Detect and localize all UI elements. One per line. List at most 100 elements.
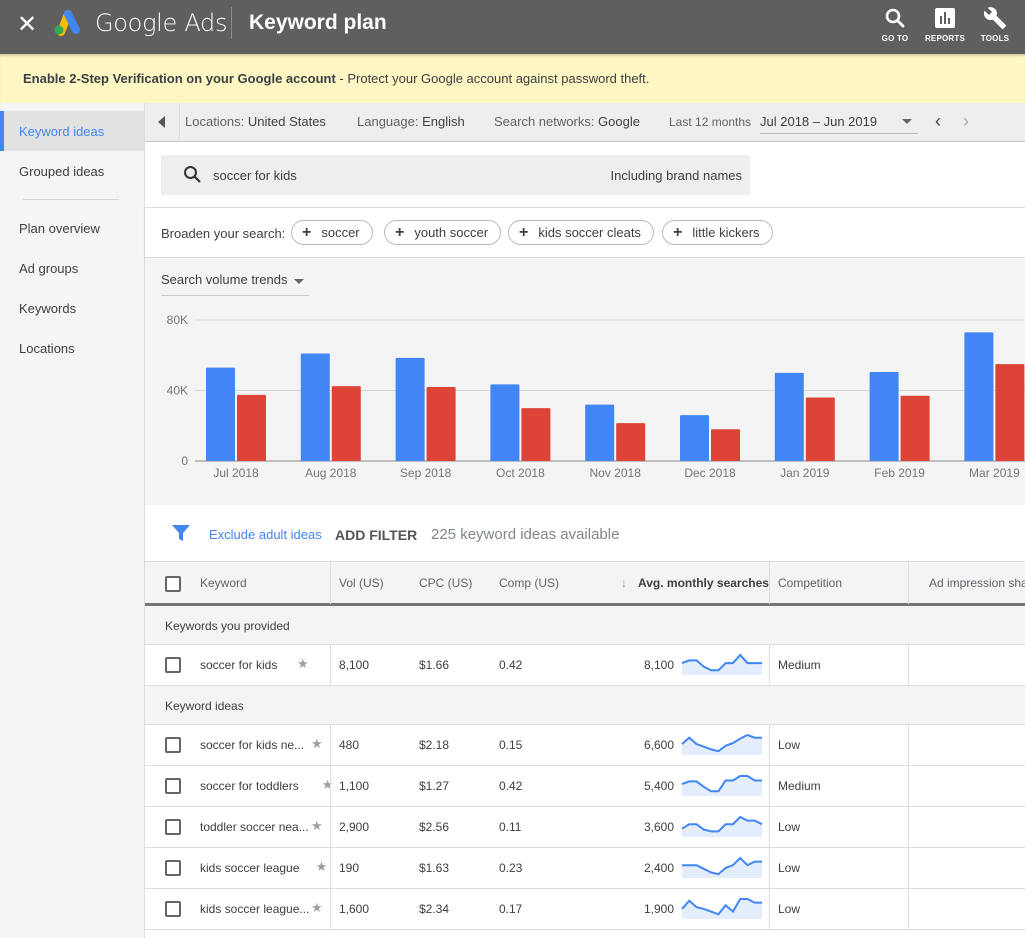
keyword-text[interactable]: soccer for kids ne... xyxy=(200,738,304,752)
search-volume-chart: 0 40K 80K Jul 2018 Aug 2018 Sep 2018 Oct 2018 N… xyxy=(167,313,1025,480)
vol-value: 1,100 xyxy=(339,779,370,793)
keyword-text[interactable]: soccer for toddlers xyxy=(200,779,299,793)
col-keyword[interactable]: Keyword xyxy=(200,562,247,604)
star-icon[interactable]: ★ xyxy=(311,900,323,916)
table-row[interactable]: soccer for toddlers ★ 1,100 $1.27 0.42 5,400 M… xyxy=(145,766,1025,807)
col-cpc[interactable]: CPC (US) xyxy=(419,562,472,604)
col-competition[interactable]: Competition xyxy=(778,562,842,604)
sparkline-area xyxy=(682,655,762,675)
next-period-button[interactable]: › xyxy=(963,112,969,130)
brand-names-option[interactable]: Including brand names xyxy=(610,168,742,183)
idea-rows: soccer for kids ne... ★ 480 $2.18 0.15 6,600 L… xyxy=(145,725,1025,930)
keyword-text[interactable]: kids soccer league xyxy=(200,861,299,875)
locations-filter[interactable]: Locations: United States xyxy=(185,114,326,129)
star-icon[interactable]: ★ xyxy=(316,859,328,875)
bar-mobile xyxy=(331,386,361,461)
avg-monthly-searches-value: 8,100 xyxy=(643,658,674,672)
table-row[interactable]: toddler soccer nea... ★ 2,900 $2.56 0.11 3,60… xyxy=(145,807,1025,848)
x-tick-label: Jan 2019 xyxy=(780,466,830,480)
cpc-value: $1.66 xyxy=(419,658,450,672)
table-row[interactable]: kids soccer league... ★ 1,600 $2.34 0.17 1,90… xyxy=(145,889,1025,930)
select-all-checkbox[interactable] xyxy=(165,576,181,592)
trend-sparkline xyxy=(682,856,762,878)
sidebar-item-keyword-ideas[interactable]: Keyword ideas xyxy=(0,111,144,151)
exclude-adult-ideas-filter[interactable]: Exclude adult ideas xyxy=(209,527,322,542)
networks-value: Google xyxy=(598,114,640,129)
keyword-text[interactable]: soccer for kids xyxy=(200,658,277,672)
filter-icon[interactable] xyxy=(172,525,190,541)
table-row[interactable]: kids soccer league ★ 190 $1.63 0.23 2,400 Low xyxy=(145,848,1025,889)
competition-value: Medium xyxy=(778,779,821,793)
comp-value: 0.23 xyxy=(499,861,523,875)
broaden-chip[interactable]: + soccer xyxy=(291,220,373,245)
bar-mobile xyxy=(237,394,266,461)
chip-label: youth soccer xyxy=(414,225,489,240)
row-checkbox[interactable] xyxy=(165,819,181,835)
trend-sparkline xyxy=(681,898,762,919)
table-row[interactable]: soccer for kids ★ 8,100 $1.66 0.42 8,100 Mediu… xyxy=(145,645,1025,686)
row-checkbox[interactable] xyxy=(165,860,181,876)
broaden-chip[interactable]: + youth soccer xyxy=(384,220,502,245)
reports-label: REPORTS xyxy=(924,34,966,43)
sidebar-item-ad-groups[interactable]: Ad groups xyxy=(0,248,144,288)
sidebar: Keyword ideas Grouped ideas Plan overvie… xyxy=(0,103,144,938)
sidebar-item-locations[interactable]: Locations xyxy=(0,328,144,368)
star-icon[interactable]: ★ xyxy=(311,736,323,752)
star-icon[interactable]: ★ xyxy=(311,818,323,834)
close-icon[interactable]: ✕ xyxy=(17,10,37,39)
chart-type-dropdown[interactable]: Search volume trends xyxy=(161,272,309,296)
table-filter-bar: Exclude adult ideas ADD FILTER 225 keywo… xyxy=(145,505,1025,561)
table-row[interactable]: soccer for kids ne... ★ 480 $2.18 0.15 6,600 L… xyxy=(145,725,1025,766)
search-icon xyxy=(870,6,920,30)
banner-title[interactable]: Enable 2-Step Verification on your Googl… xyxy=(23,71,336,86)
collapse-sidebar-button[interactable] xyxy=(145,103,180,141)
networks-filter[interactable]: Search networks: Google xyxy=(494,114,640,129)
star-icon[interactable]: ★ xyxy=(297,656,309,672)
keyword-search-input[interactable]: soccer for kids Including brand names xyxy=(161,155,750,195)
avg-monthly-searches-value: 5,400 xyxy=(643,779,674,793)
bar-mobile xyxy=(995,364,1025,461)
row-checkbox[interactable] xyxy=(165,737,181,753)
col-ad-impression-share[interactable]: Ad impression sha xyxy=(929,562,1025,604)
language-filter[interactable]: Language: English xyxy=(357,114,465,129)
col-comp[interactable]: Comp (US) xyxy=(499,562,559,604)
row-checkbox[interactable] xyxy=(165,901,181,917)
x-tick-label: Nov 2018 xyxy=(590,466,642,480)
avg-monthly-searches-value: 6,600 xyxy=(643,738,674,752)
avg-monthly-searches-value: 2,400 xyxy=(643,861,674,875)
bar-mobile xyxy=(521,408,551,461)
vol-value: 1,600 xyxy=(339,902,370,916)
previous-period-button[interactable]: ‹ xyxy=(935,112,941,130)
column-divider xyxy=(330,562,331,604)
reports-button[interactable]: REPORTS xyxy=(920,6,970,43)
caret-left-icon xyxy=(158,116,165,128)
keyword-text[interactable]: toddler soccer nea... xyxy=(200,820,309,834)
star-icon[interactable]: ★ xyxy=(322,777,334,793)
goto-button[interactable]: GO TO xyxy=(870,6,920,43)
x-tick-label: Dec 2018 xyxy=(684,466,736,480)
column-divider xyxy=(769,645,770,685)
row-checkbox[interactable] xyxy=(165,778,181,794)
y-tick-label: 80K xyxy=(167,313,188,327)
col-avg-monthly-searches[interactable]: Avg. monthly searches xyxy=(638,562,769,604)
sidebar-item-plan-overview[interactable]: Plan overview xyxy=(0,208,144,248)
column-divider xyxy=(908,889,909,929)
add-filter-button[interactable]: ADD FILTER xyxy=(335,527,417,543)
tools-button[interactable]: TOOLS xyxy=(970,6,1020,43)
bar-total xyxy=(585,404,615,461)
col-vol[interactable]: Vol (US) xyxy=(339,562,384,604)
plus-icon: + xyxy=(302,224,312,241)
y-tick-label: 40K xyxy=(167,384,188,398)
row-checkbox[interactable] xyxy=(165,657,181,673)
bar-total xyxy=(395,357,425,461)
date-range-dropdown[interactable]: Jul 2018 – Jun 2019 xyxy=(760,110,918,134)
provided-rows: soccer for kids ★ 8,100 $1.66 0.42 8,100 Mediu… xyxy=(145,645,1025,686)
broaden-chip[interactable]: + little kickers xyxy=(662,220,773,245)
column-divider xyxy=(330,848,331,888)
sidebar-item-grouped-ideas[interactable]: Grouped ideas xyxy=(0,151,144,191)
keyword-text[interactable]: kids soccer league... xyxy=(200,902,309,916)
broaden-chip[interactable]: + kids soccer cleats xyxy=(508,220,654,245)
language-label: Language: xyxy=(357,114,423,129)
tools-label: TOOLS xyxy=(980,34,1010,43)
sidebar-item-keywords[interactable]: Keywords xyxy=(0,288,144,328)
